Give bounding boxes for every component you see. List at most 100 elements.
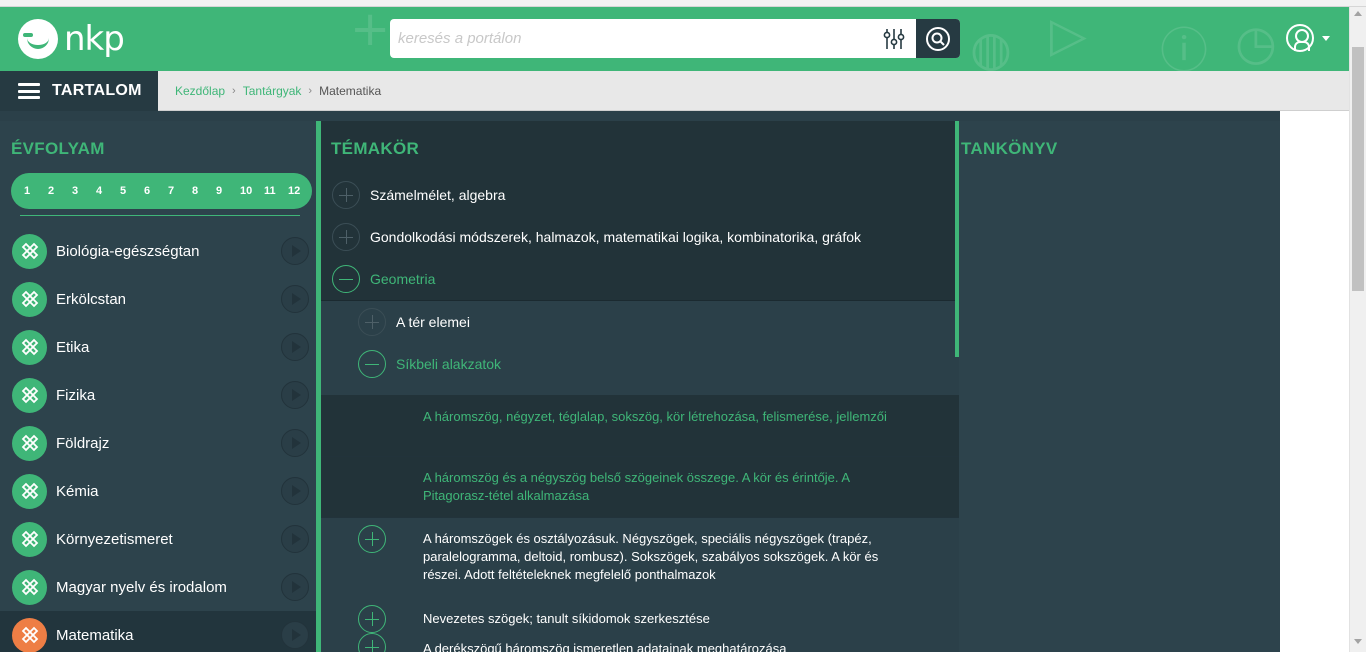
breadcrumb-home-link[interactable]: Kezdőlap [175,84,225,98]
subject-item-matematika[interactable]: Matematika [0,611,316,652]
subject-item-etika[interactable]: Etika [0,323,316,371]
expand-plus-icon[interactable] [358,633,386,652]
sliders-icon [883,28,905,49]
ruler-pencil-icon [12,425,47,461]
subject-label: Erkölcstan [56,290,127,308]
subtopic-label: Síkbeli alakzatok [396,356,502,372]
grade-option[interactable]: 10 [240,185,264,197]
breadcrumb-subjects-link[interactable]: Tantárgyak [243,84,302,98]
scroll-up-arrow-icon[interactable] [1354,11,1362,16]
grade-option[interactable]: 8 [192,185,216,197]
topic-label: Számelmélet, algebra [370,187,506,203]
expand-plus-icon[interactable] [332,223,360,251]
scroll-thumb[interactable] [1352,47,1364,291]
subtopic-label: A tér elemei [396,314,470,330]
play-icon [292,485,301,497]
subject-item-kornyezetismeret[interactable]: Környezetismeret [0,515,316,563]
background-plus-icon: + [350,7,391,57]
search-button[interactable] [916,19,960,58]
subtopic-section: A tér elemei Síkbeli alakzatok [321,300,959,395]
subject-label: Kémia [56,482,99,500]
play-button[interactable] [281,573,309,601]
subject-label: Fizika [56,386,96,404]
expand-plus-icon[interactable] [332,181,360,209]
textbook-column-title: TANKÖNYV [961,139,1058,158]
grade-option[interactable]: 6 [144,185,168,197]
play-button[interactable] [281,237,309,265]
divider [20,215,300,216]
grade-option[interactable]: 9 [216,185,240,197]
background-globe-icon: ◍ [970,21,1012,71]
play-button[interactable] [281,477,309,505]
top-navigation-bar: + ⓘ ◷ ◍ ▷ nkp [0,7,1349,71]
ruler-pencil-icon [12,329,47,365]
play-button[interactable] [281,621,309,649]
subject-item-fizika[interactable]: Fizika [0,371,316,419]
subject-item-biologia[interactable]: Biológia-egészségtan [0,227,316,275]
play-button[interactable] [281,381,309,409]
play-button[interactable] [281,525,309,553]
play-button[interactable] [281,333,309,361]
subtopic-label[interactable]: A derékszögű háromszög ismeretlen adatai… [423,640,913,652]
topic-label: Gondolkodási módszerek, halmazok, matema… [370,229,862,245]
grade-option[interactable]: 1 [24,185,48,197]
content-bar: TARTALOM Kezdőlap › Tantárgyak › Matemat… [0,71,1349,111]
grade-option[interactable]: 7 [168,185,192,197]
browser-top-edge [0,0,1366,7]
topic-column-title: TÉMAKÖR [331,139,420,158]
subtopic-label[interactable]: A háromszögek és osztályozásuk. Négyszög… [423,530,913,584]
breadcrumb-current: Matematika [319,84,382,98]
subject-item-erkolcstan[interactable]: Erkölcstan [0,275,316,323]
expand-plus-icon[interactable] [358,605,386,633]
user-menu[interactable] [1286,24,1330,52]
grade-option[interactable]: 2 [48,185,72,197]
topic-item[interactable]: Számelmélet, algebra [321,171,959,219]
subject-label: Földrajz [56,434,110,452]
vertical-scrollbar[interactable] [1349,7,1366,652]
grade-option[interactable]: 3 [72,185,96,197]
page-margin [1280,111,1349,652]
ruler-pencil-icon [12,569,47,605]
subtopic-item[interactable]: A tér elemei [321,301,959,343]
page: + ⓘ ◷ ◍ ▷ nkp keresés a portálon TARTALO… [0,0,1366,652]
breadcrumb: Kezdőlap › Tantárgyak › Matematika [175,84,381,98]
search-bar [390,19,960,58]
background-clock-icon: ◷ [1235,15,1277,71]
play-icon [292,629,301,641]
collapse-minus-icon[interactable] [358,350,386,378]
play-button[interactable] [281,429,309,457]
subject-item-magyar[interactable]: Magyar nyelv és irodalom [0,563,316,611]
search-input[interactable] [390,19,872,58]
grade-option[interactable]: 12 [288,185,312,197]
scroll-down-arrow-icon[interactable] [1354,639,1362,644]
grade-option[interactable]: 5 [120,185,144,197]
expand-plus-icon[interactable] [358,525,386,553]
textbook-column: TANKÖNYV [959,121,1280,652]
ruler-pencil-icon [12,377,47,413]
collapse-minus-icon[interactable] [332,265,360,293]
subtopic-list-lower: A háromszögek és osztályozásuk. Négyszög… [321,518,959,652]
subject-item-foldrajz[interactable]: Földrajz [0,419,316,467]
subtopic-item-expanded[interactable]: Síkbeli alakzatok [321,343,959,385]
content-menu-button[interactable]: TARTALOM [0,71,158,111]
filter-button[interactable] [872,19,916,58]
logo-smile-icon [18,19,58,59]
grade-option[interactable]: 11 [264,185,288,197]
lesson-item[interactable]: A háromszög és a négyszög belső szögeine… [321,457,959,518]
subtopic-label[interactable]: Nevezetes szögek; tanult síkidomok szerk… [423,610,913,628]
logo-text: nkp [64,19,125,59]
play-icon [292,245,301,257]
chevron-right-icon: › [232,85,236,97]
grade-option[interactable]: 4 [96,185,120,197]
topic-item-expanded[interactable]: Geometria [321,255,959,303]
play-icon [292,341,301,353]
lesson-item[interactable]: A háromszög, négyzet, téglalap, sokszög,… [321,395,959,457]
nkp-logo[interactable]: nkp [18,17,125,61]
play-icon [292,581,301,593]
topic-item[interactable]: Gondolkodási módszerek, halmazok, matema… [321,213,959,261]
play-icon [292,533,301,545]
expand-plus-icon[interactable] [358,308,386,336]
play-button[interactable] [281,285,309,313]
subject-item-kemia[interactable]: Kémia [0,467,316,515]
subject-label: Etika [56,338,90,356]
